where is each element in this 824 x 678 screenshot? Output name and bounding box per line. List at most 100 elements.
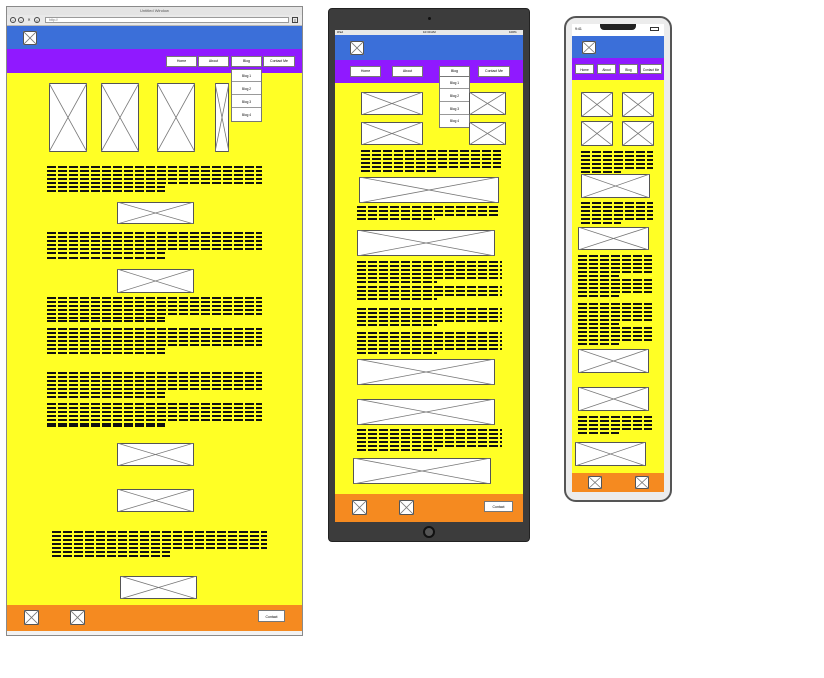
placeholder-text-block [357,206,499,222]
dropdown-blog-1[interactable]: Blog 1 [232,71,261,82]
image-placeholder [357,359,495,385]
nav-contact[interactable]: Contact Me [478,66,510,77]
tablet-camera [428,17,431,20]
footer-contact-button[interactable]: Contact [258,610,285,622]
placeholder-text-block [578,327,652,347]
dropdown-blog-4[interactable]: Blog 4 [232,110,261,121]
back-icon[interactable]: ‹ [10,17,16,23]
url-input[interactable]: http:// [45,17,289,23]
image-placeholder [101,83,139,152]
nav-about[interactable]: About [392,66,423,77]
footer-image-placeholder [635,476,649,489]
placeholder-text-block [47,372,262,396]
placeholder-text-block [47,425,165,429]
placeholder-text-block [47,320,165,324]
image-placeholder [581,121,613,146]
image-placeholder [469,122,506,145]
footer-image-placeholder [588,476,602,489]
site-header [7,26,302,49]
desktop-browser-mockup: Untitled Window ‹ › ✕ ⌂ http:// ≡ Home A… [6,6,303,636]
image-placeholder [157,83,195,152]
image-placeholder [117,269,194,293]
footer-image-placeholder [399,500,414,515]
nav-blog[interactable]: Blog [231,56,262,67]
placeholder-text-block [52,531,267,555]
placeholder-text-block [47,190,165,194]
dropdown-blog-3[interactable]: Blog 3 [232,97,261,108]
nav-contact[interactable]: Contact Me [640,64,662,74]
menu-icon[interactable]: ≡ [292,17,298,23]
dropdown-blog-4[interactable]: Blog 4 [440,116,469,127]
image-placeholder [120,576,197,599]
site-header [335,35,523,60]
dropdown-blog-2[interactable]: Blog 2 [232,84,261,95]
placeholder-text-block [578,416,652,436]
nav-home[interactable]: Home [166,56,197,67]
battery-icon [650,27,659,31]
image-placeholder [353,458,491,484]
close-icon[interactable]: ✕ [26,17,32,23]
placeholder-text-block [357,429,502,453]
image-placeholder [578,349,649,373]
dropdown-blog-2[interactable]: Blog 2 [440,91,469,102]
placeholder-text-block [357,332,502,356]
site-nav: Home About Blog Contact Me [572,58,664,80]
logo-image-placeholder [23,31,37,45]
site-footer: Contact [335,494,523,522]
nav-contact[interactable]: Contact Me [263,56,295,67]
image-placeholder [581,174,650,198]
blog-dropdown: Blog 1 Blog 2 Blog 3 Blog 4 [439,76,470,128]
placeholder-text-block [47,328,262,352]
placeholder-text-block [357,261,502,285]
home-icon[interactable]: ⌂ [34,17,40,23]
image-placeholder [622,92,654,117]
nav-blog[interactable]: Blog [619,64,638,74]
logo-image-placeholder [582,41,596,54]
tablet-mockup: iPad 10:30 AM 100% Home About Blog Conta… [328,8,530,542]
image-placeholder [361,92,423,115]
nav-home[interactable]: Home [575,64,594,74]
placeholder-text-block [581,151,653,175]
phone-mockup: 9:41 Home About Blog Contact Me [564,16,672,502]
image-placeholder [361,122,423,145]
footer-image-placeholder [70,610,85,625]
dropdown-blog-1[interactable]: Blog 1 [440,78,469,89]
footer-image-placeholder [352,500,367,515]
site-footer: Contact [7,605,302,631]
tablet-home-button [423,526,435,538]
placeholder-text-block [581,202,653,226]
nav-home[interactable]: Home [350,66,381,77]
image-placeholder [49,83,87,152]
image-placeholder [117,489,194,512]
phone-screen: 9:41 Home About Blog Contact Me [572,24,664,492]
placeholder-text-block [47,352,165,356]
image-placeholder [578,227,649,250]
dropdown-blog-3[interactable]: Blog 3 [440,104,469,115]
image-placeholder [215,83,229,152]
desktop-page: Home About Blog Contact Me Blog 1 Blog 2… [7,26,302,631]
forward-icon[interactable]: › [18,17,24,23]
image-placeholder [578,387,649,411]
nav-about[interactable]: About [198,56,229,67]
image-placeholder [581,92,613,117]
site-nav: Home About Blog Contact Me [335,60,523,83]
site-header [572,36,664,58]
window-title: Untitled Window [7,7,302,15]
placeholder-text-block [578,303,652,327]
placeholder-text-block [357,286,502,302]
image-placeholder [357,230,495,256]
footer-contact-button[interactable]: Contact [484,501,513,512]
placeholder-text-block [578,255,652,279]
image-placeholder [117,443,194,466]
browser-toolbar: ‹ › ✕ ⌂ http:// ≡ [7,15,302,26]
placeholder-text-block [52,555,170,559]
image-placeholder [357,399,495,425]
phone-status-time: 9:41 [575,27,582,31]
placeholder-text-block [47,396,165,400]
nav-about[interactable]: About [597,64,616,74]
logo-image-placeholder [350,41,364,55]
blog-dropdown: Blog 1 Blog 2 Blog 3 Blog 4 [231,69,262,122]
footer-image-placeholder [24,610,39,625]
placeholder-text-block [578,279,652,299]
placeholder-text-block [357,308,502,328]
